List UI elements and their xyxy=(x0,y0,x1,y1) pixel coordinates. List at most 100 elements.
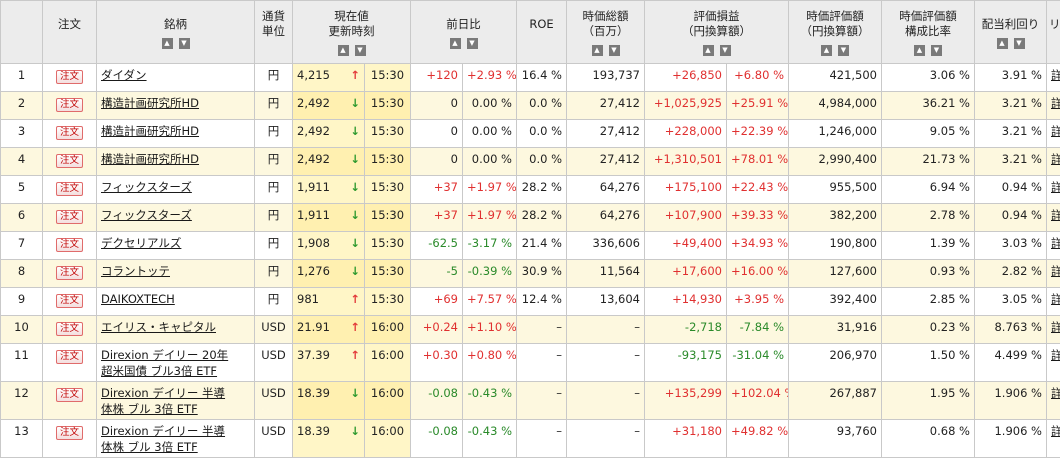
market-cap: 193,737 xyxy=(567,64,645,92)
market-value: 93,760 xyxy=(789,420,882,458)
change-amount: -0.08 xyxy=(411,382,463,420)
detail-link[interactable]: 詳細 xyxy=(1051,124,1060,138)
sort-desc-button[interactable]: ▼ xyxy=(355,45,366,56)
stock-name-link[interactable]: Direxion デイリー 半導体株 ブル 3倍 ETF xyxy=(101,423,250,455)
order-button[interactable]: 注文 xyxy=(56,154,83,168)
sort-desc-button[interactable]: ▼ xyxy=(609,45,620,56)
detail-link[interactable]: 詳細 xyxy=(1051,348,1060,362)
detail-cell: 詳細 xyxy=(1047,176,1060,204)
change-percent: 0.00 % xyxy=(463,148,517,176)
detail-link[interactable]: 詳細 xyxy=(1051,264,1060,278)
stock-name-link[interactable]: 構造計画研究所HD xyxy=(101,95,250,111)
detail-link[interactable]: 詳細 xyxy=(1051,152,1060,166)
order-cell: 注文 xyxy=(43,204,97,232)
stock-name-link[interactable]: ダイダン xyxy=(101,67,250,83)
stock-name-cell: Direxion デイリー 半導体株 ブル 3倍 ETF xyxy=(97,420,255,458)
row-number: 3 xyxy=(1,120,43,148)
detail-link[interactable]: 詳細 xyxy=(1051,180,1060,194)
stock-name-line: フィックスターズ xyxy=(101,179,250,195)
order-button[interactable]: 注文 xyxy=(56,210,83,224)
sort-desc-button[interactable]: ▼ xyxy=(931,45,942,56)
sort-desc-button[interactable]: ▼ xyxy=(467,38,478,49)
sort-asc-button[interactable]: ▲ xyxy=(450,38,461,49)
stock-name-cell: DAIKOXTECH xyxy=(97,288,255,316)
change-amount: +37 xyxy=(411,204,463,232)
stock-name-link[interactable]: コラントッテ xyxy=(101,263,250,279)
table-row: 12注文Direxion デイリー 半導体株 ブル 3倍 ETFUSD18.39… xyxy=(1,382,1060,420)
sort-asc-button[interactable]: ▲ xyxy=(338,45,349,56)
sort-asc-button[interactable]: ▲ xyxy=(162,38,173,49)
order-button[interactable]: 注文 xyxy=(56,98,83,112)
composition-ratio: 6.94 % xyxy=(882,176,975,204)
stock-name-link[interactable]: 構造計画研究所HD xyxy=(101,123,250,139)
order-button[interactable]: 注文 xyxy=(56,294,83,308)
order-button[interactable]: 注文 xyxy=(56,350,83,364)
order-cell: 注文 xyxy=(43,120,97,148)
currency-unit: 円 xyxy=(255,232,293,260)
stock-name-line: 超米国債 ブル3倍 ETF xyxy=(101,363,250,379)
detail-cell: 詳細 xyxy=(1047,382,1060,420)
stock-name-line: エイリス・キャピタル xyxy=(101,319,250,335)
sort-asc-button[interactable]: ▲ xyxy=(997,38,1008,49)
change-percent: -0.39 % xyxy=(463,260,517,288)
detail-link[interactable]: 詳細 xyxy=(1051,208,1060,222)
detail-link[interactable]: 詳細 xyxy=(1051,68,1060,82)
roe-value: 16.4 % xyxy=(517,64,567,92)
update-time: 15:30 xyxy=(365,232,411,260)
table-row: 1注文ダイダン円4,215↑15:30+120+2.93 %16.4 %193,… xyxy=(1,64,1060,92)
stock-name-link[interactable]: Direxion デイリー 半導体株 ブル 3倍 ETF xyxy=(101,385,250,417)
order-button[interactable]: 注文 xyxy=(56,388,83,402)
stock-name-link[interactable]: フィックスターズ xyxy=(101,179,250,195)
sort-asc-button[interactable]: ▲ xyxy=(821,45,832,56)
price-cell: 2,492↓ xyxy=(293,148,365,176)
price-arrow-icon: ↓ xyxy=(350,207,360,223)
sort-desc-button[interactable]: ▼ xyxy=(1014,38,1025,49)
sort-desc-button[interactable]: ▼ xyxy=(838,45,849,56)
order-button[interactable]: 注文 xyxy=(56,322,83,336)
change-amount: -0.08 xyxy=(411,420,463,458)
change-percent: 0.00 % xyxy=(463,120,517,148)
composition-ratio: 2.85 % xyxy=(882,288,975,316)
table-row: 7注文デクセリアルズ円1,908↓15:30-62.5-3.17 %21.4 %… xyxy=(1,232,1060,260)
row-number: 7 xyxy=(1,232,43,260)
price-arrow-icon: ↑ xyxy=(350,347,360,363)
pl-percent: +25.91 % xyxy=(727,92,789,120)
sort-asc-button[interactable]: ▲ xyxy=(914,45,925,56)
order-button[interactable]: 注文 xyxy=(56,70,83,84)
order-button[interactable]: 注文 xyxy=(56,182,83,196)
change-percent: 0.00 % xyxy=(463,92,517,120)
detail-link[interactable]: 詳細 xyxy=(1051,386,1060,400)
order-button[interactable]: 注文 xyxy=(56,426,83,440)
detail-link[interactable]: 詳細 xyxy=(1051,292,1060,306)
stock-name-link[interactable]: フィックスターズ xyxy=(101,207,250,223)
detail-link[interactable]: 詳細 xyxy=(1051,96,1060,110)
price-arrow-icon: ↓ xyxy=(350,151,360,167)
sort-desc-button[interactable]: ▼ xyxy=(720,45,731,56)
stock-name-link[interactable]: デクセリアルズ xyxy=(101,235,250,251)
change-amount: 0 xyxy=(411,92,463,120)
change-percent: +1.97 % xyxy=(463,176,517,204)
change-percent: +7.57 % xyxy=(463,288,517,316)
change-amount: 0 xyxy=(411,120,463,148)
sort-asc-button[interactable]: ▲ xyxy=(703,45,714,56)
market-value: 2,990,400 xyxy=(789,148,882,176)
stock-name-link[interactable]: Direxion デイリー 20年超米国債 ブル3倍 ETF xyxy=(101,347,250,379)
detail-link[interactable]: 詳細 xyxy=(1051,320,1060,334)
stock-name-link[interactable]: エイリス・キャピタル xyxy=(101,319,250,335)
stock-name-cell: 構造計画研究所HD xyxy=(97,92,255,120)
change-percent: +2.93 % xyxy=(463,64,517,92)
roe-value: – xyxy=(517,316,567,344)
current-price: 18.39 xyxy=(297,385,330,401)
stock-name-link[interactable]: 構造計画研究所HD xyxy=(101,151,250,167)
sort-asc-button[interactable]: ▲ xyxy=(592,45,603,56)
detail-link[interactable]: 詳細 xyxy=(1051,236,1060,250)
change-amount: +0.24 xyxy=(411,316,463,344)
sort-desc-button[interactable]: ▼ xyxy=(179,38,190,49)
order-button[interactable]: 注文 xyxy=(56,266,83,280)
stock-name-link[interactable]: DAIKOXTECH xyxy=(101,291,250,307)
order-button[interactable]: 注文 xyxy=(56,238,83,252)
composition-ratio: 1.50 % xyxy=(882,344,975,382)
order-button[interactable]: 注文 xyxy=(56,126,83,140)
detail-link[interactable]: 詳細 xyxy=(1051,424,1060,438)
update-time: 15:30 xyxy=(365,288,411,316)
